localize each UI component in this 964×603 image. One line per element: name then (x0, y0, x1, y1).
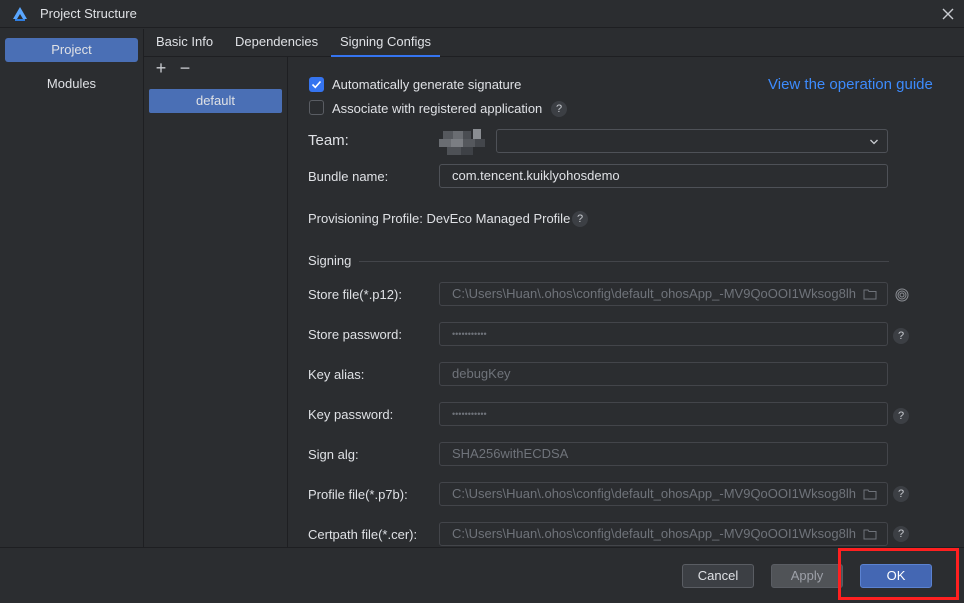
profile-file-help-icon[interactable]: ? (893, 486, 909, 502)
folder-icon[interactable] (863, 288, 877, 300)
sign-alg-label: Sign alg: (308, 447, 359, 462)
cancel-button[interactable]: Cancel (682, 564, 754, 588)
store-file-label: Store file(*.p12): (308, 287, 402, 302)
certpath-file-value: C:\Users\Huan\.ohos\config\default_ohosA… (452, 526, 856, 541)
window-title: Project Structure (40, 6, 137, 21)
associate-help-icon[interactable]: ? (551, 101, 567, 117)
store-file-value: C:\Users\Huan\.ohos\config\default_ohosA… (452, 286, 856, 301)
team-dropdown[interactable] (496, 129, 888, 153)
folder-icon[interactable] (863, 488, 877, 500)
dialog-footer: Cancel Apply OK (0, 547, 964, 603)
nav-item-project[interactable]: Project (5, 38, 138, 62)
auto-generate-checkbox[interactable] (309, 77, 324, 92)
associate-checkbox[interactable] (309, 100, 324, 115)
certpath-file-help-icon[interactable]: ? (893, 526, 909, 542)
app-logo-icon (13, 7, 27, 21)
team-label: Team: (308, 132, 349, 149)
add-icon[interactable]: + (152, 59, 170, 78)
config-list-panel: + − default (144, 57, 288, 547)
store-file-field[interactable]: C:\Users\Huan\.ohos\config\default_ohosA… (439, 282, 888, 306)
title-bar: Project Structure (0, 0, 964, 28)
profile-file-value: C:\Users\Huan\.ohos\config\default_ohosA… (452, 486, 856, 501)
close-icon[interactable] (938, 4, 958, 24)
certpath-file-label: Certpath file(*.cer): (308, 527, 418, 542)
fingerprint-icon[interactable] (895, 288, 909, 302)
nav-item-modules[interactable]: Modules (5, 72, 138, 96)
sign-alg-field[interactable]: SHA256withECDSA (439, 442, 888, 466)
team-avatar-blurred (439, 129, 485, 155)
apply-button[interactable]: Apply (771, 564, 843, 588)
signing-configs-panel: Automatically generate signature View th… (289, 57, 964, 547)
tab-bar: Basic Info Dependencies Signing Configs (144, 29, 964, 57)
key-password-field[interactable]: ••••••••••• (439, 402, 888, 426)
tab-dependencies[interactable]: Dependencies (235, 34, 318, 57)
profile-file-label: Profile file(*.p7b): (308, 487, 408, 502)
key-password-label: Key password: (308, 407, 394, 422)
auto-generate-label: Automatically generate signature (332, 77, 522, 92)
certpath-file-field[interactable]: C:\Users\Huan\.ohos\config\default_ohosA… (439, 522, 888, 546)
profile-file-field[interactable]: C:\Users\Huan\.ohos\config\default_ohosA… (439, 482, 888, 506)
left-nav: Project Modules (0, 29, 144, 547)
store-password-label: Store password: (308, 327, 402, 342)
key-alias-label: Key alias: (308, 367, 365, 382)
remove-icon[interactable]: − (176, 59, 194, 78)
provisioning-profile-text: Provisioning Profile: DevEco Managed Pro… (308, 211, 571, 226)
operation-guide-link[interactable]: View the operation guide (768, 76, 933, 93)
bundle-name-label: Bundle name: (308, 169, 389, 184)
tab-signing-configs[interactable]: Signing Configs (331, 34, 441, 57)
signing-divider (359, 261, 889, 262)
store-password-help-icon[interactable]: ? (893, 328, 909, 344)
config-item-default[interactable]: default (149, 89, 282, 113)
chevron-down-icon (870, 139, 878, 145)
store-password-field[interactable]: ••••••••••• (439, 322, 888, 346)
tab-basic-info[interactable]: Basic Info (156, 34, 213, 57)
associate-label: Associate with registered application (332, 101, 543, 116)
signing-section-title: Signing (308, 253, 352, 268)
ok-button[interactable]: OK (860, 564, 932, 588)
bundle-name-field[interactable]: com.tencent.kuiklyohosdemo (439, 164, 888, 188)
provisioning-help-icon[interactable]: ? (572, 211, 588, 227)
folder-icon[interactable] (863, 528, 877, 540)
key-password-help-icon[interactable]: ? (893, 408, 909, 424)
key-alias-field[interactable]: debugKey (439, 362, 888, 386)
